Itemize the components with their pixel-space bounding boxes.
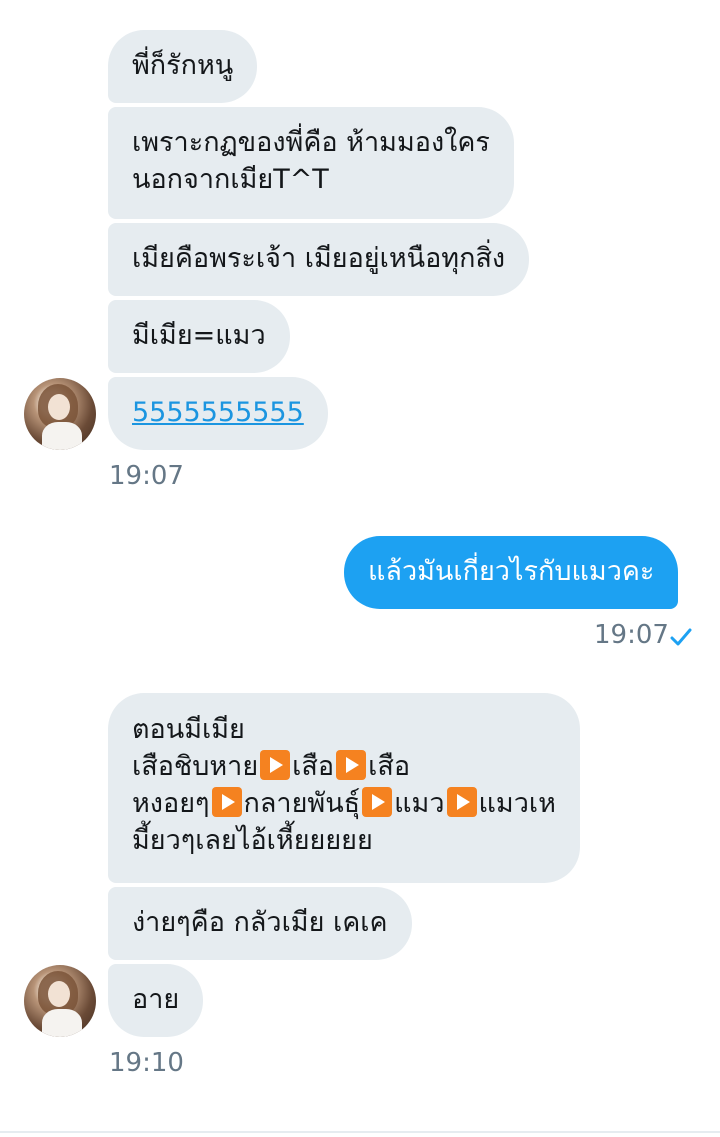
play-button-emoji [260, 750, 291, 780]
play-button-emoji [211, 787, 242, 817]
received-message[interactable]: พี่ก็รักหนู [108, 30, 258, 103]
message-link[interactable]: 5555555555 [132, 397, 304, 428]
message-text-line: หงอยๆ กลายพันธุ์ แมว แมวเห [132, 785, 556, 822]
received-message[interactable]: เมียคือพระเจ้า เมียอยู่เหนือทุกสิ่ง [108, 223, 530, 296]
text-segment: แมวเห [478, 788, 556, 819]
received-message[interactable]: เพราะกฏของพี่คือ ห้ามมองใคร นอกจากเมียT^… [108, 107, 514, 219]
avatar-body [42, 1009, 82, 1037]
message-text-line: นอกจากเมียT^T [132, 164, 329, 195]
avatar-face [48, 394, 70, 420]
message-text: แล้วมันเกี่ยวไรกับแมวคะ [368, 556, 655, 587]
message-text-line: ตอนมีเมีย [132, 714, 245, 745]
timestamp: 19:07 [109, 461, 184, 491]
message-text: มีเมีย=แมว [132, 320, 266, 351]
received-message[interactable]: ตอนมีเมีย เสือชิบหาย เสือ เสือ หงอยๆ กลายพั… [108, 693, 580, 883]
message-text-line: มี้ยวๆเลยไอ้เหี้ยยยยย [132, 825, 373, 856]
timestamp: 19:10 [109, 1048, 184, 1078]
text-segment: เสือ [368, 751, 411, 782]
received-message[interactable]: ง่ายๆคือ กลัวเมีย เคเค [108, 887, 412, 960]
sent-message[interactable]: แล้วมันเกี่ยวไรกับแมวคะ [344, 536, 679, 609]
user-avatar[interactable] [24, 378, 96, 450]
text-segment: กลายพันธุ์ [243, 788, 361, 819]
avatar-face [48, 981, 70, 1007]
play-button-emoji [362, 787, 393, 817]
received-message[interactable]: 5555555555 [108, 377, 328, 450]
received-message[interactable]: อาย [108, 964, 204, 1037]
composer-divider [0, 1131, 720, 1133]
message-text: ง่ายๆคือ กลัวเมีย เคเค [132, 907, 388, 938]
message-text-line: เสือชิบหาย เสือ เสือ [132, 748, 556, 785]
message-text: อาย [132, 984, 180, 1015]
checkmark-icon [670, 628, 692, 646]
message-text-line: เพราะกฏของพี่คือ ห้ามมองใคร [132, 127, 490, 158]
avatar-body [42, 422, 82, 450]
text-segment: แมว [394, 788, 445, 819]
user-avatar[interactable] [24, 965, 96, 1037]
text-segment: หงอยๆ [132, 788, 210, 819]
received-message[interactable]: มีเมีย=แมว [108, 300, 290, 373]
message-text: เมียคือพระเจ้า เมียอยู่เหนือทุกสิ่ง [132, 243, 506, 274]
play-button-emoji [336, 750, 367, 780]
text-segment: เสือชิบหาย [132, 751, 259, 782]
timestamp: 19:07 [594, 620, 669, 650]
text-segment: เสือ [292, 751, 335, 782]
message-text: พี่ก็รักหนู [132, 50, 234, 81]
play-button-emoji [446, 787, 477, 817]
